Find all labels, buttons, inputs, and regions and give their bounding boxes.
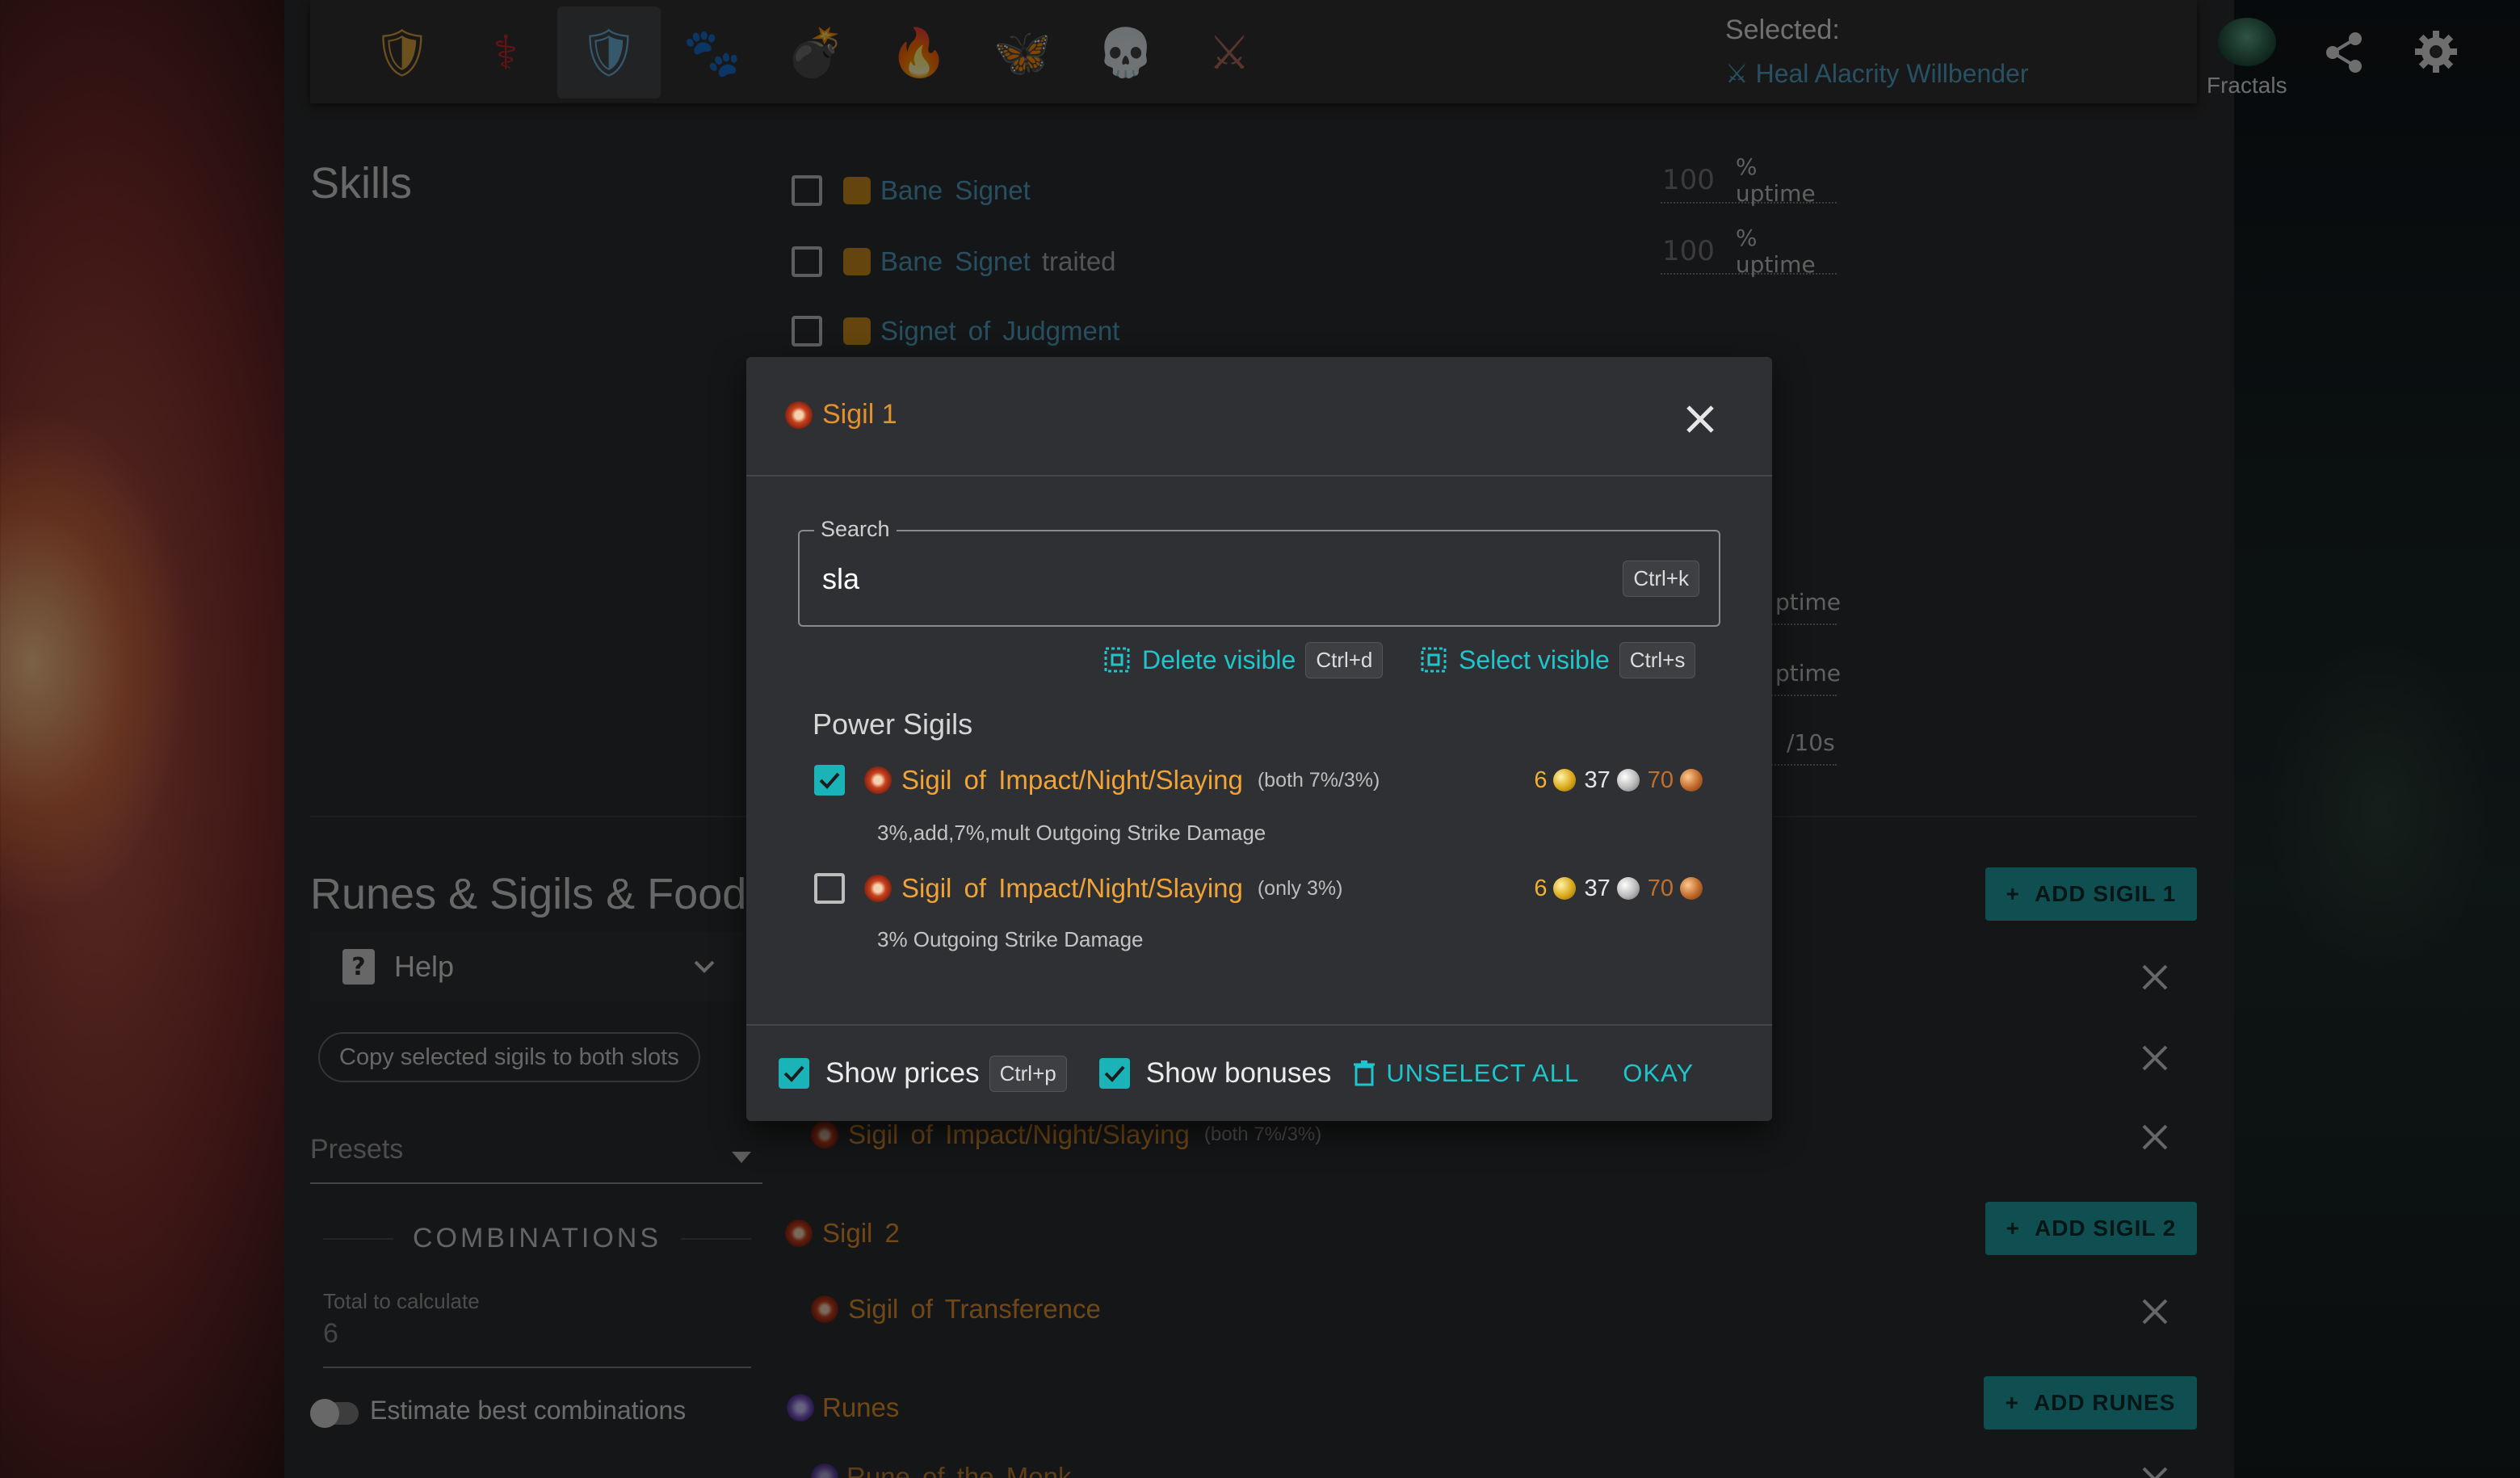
select-visible-button[interactable]: Select visible Ctrl+s	[1420, 640, 1696, 680]
dialog-header: Sigil 1	[746, 357, 1772, 477]
gold-coin-icon	[1553, 769, 1577, 791]
delete-shortcut: Ctrl+d	[1305, 641, 1384, 678]
trash-icon	[1354, 1060, 1376, 1086]
dialog-title: Sigil 1	[785, 399, 897, 430]
delete-visible-button[interactable]: Delete visible Ctrl+d	[1103, 640, 1384, 680]
sigil-icon	[864, 766, 892, 794]
option-name: Sigil of Impact/Night/Slaying	[901, 873, 1243, 903]
option-price: 6 37 70	[1534, 875, 1703, 902]
option-tag: (only 3%)	[1257, 876, 1343, 900]
option-bonus: 3% Outgoing Strike Damage	[877, 927, 1144, 951]
option-price: 6 37 70	[1534, 767, 1703, 794]
option-tag: (both 7%/3%)	[1257, 768, 1380, 791]
show-bonuses-label: Show bonuses	[1145, 1057, 1332, 1089]
select-box-icon	[1104, 647, 1130, 673]
search-value: sla	[822, 562, 860, 595]
section-title: Power Sigils	[813, 708, 973, 741]
silver-coin-icon	[1616, 769, 1640, 791]
copper-coin-icon	[1680, 877, 1703, 900]
show-prices-label: Show prices	[825, 1057, 980, 1089]
dialog-footer: Show prices Ctrl+p Show bonuses UNSELECT…	[746, 1024, 1772, 1121]
show-bonuses-checkbox[interactable]	[1098, 1058, 1130, 1089]
option-checkbox[interactable]	[814, 873, 845, 904]
option-checkbox[interactable]	[814, 765, 845, 796]
prices-shortcut: Ctrl+p	[989, 1055, 1067, 1092]
close-icon[interactable]	[1680, 399, 1720, 439]
sigil-option[interactable]: Sigil of Impact/Night/Slaying (both 7%/3…	[814, 756, 1735, 804]
sigil-option[interactable]: Sigil of Impact/Night/Slaying (only 3%) …	[814, 864, 1735, 913]
option-name: Sigil of Impact/Night/Slaying	[901, 765, 1243, 795]
select-box-icon	[1421, 647, 1447, 673]
check-icon	[783, 1065, 804, 1082]
option-bonus: 3%,add,7%,mult Outgoing Strike Damage	[877, 821, 1266, 845]
unselect-all-button[interactable]: UNSELECT ALL	[1354, 1059, 1579, 1088]
check-icon	[819, 772, 840, 789]
search-input[interactable]: Search sla Ctrl+k	[798, 517, 1720, 627]
search-label: Search	[814, 517, 897, 542]
check-icon	[1104, 1065, 1125, 1082]
silver-coin-icon	[1616, 877, 1640, 900]
copper-coin-icon	[1680, 769, 1703, 791]
select-shortcut: Ctrl+s	[1619, 641, 1696, 678]
gold-coin-icon	[1553, 877, 1577, 900]
search-shortcut: Ctrl+k	[1623, 561, 1699, 597]
sigil-icon	[785, 401, 813, 429]
show-prices-checkbox[interactable]	[779, 1058, 809, 1089]
sigil-dialog: Sigil 1 Search sla Ctrl+k Delete visible…	[746, 357, 1772, 1121]
okay-button[interactable]: OKAY	[1623, 1059, 1694, 1088]
sigil-icon	[864, 875, 892, 902]
